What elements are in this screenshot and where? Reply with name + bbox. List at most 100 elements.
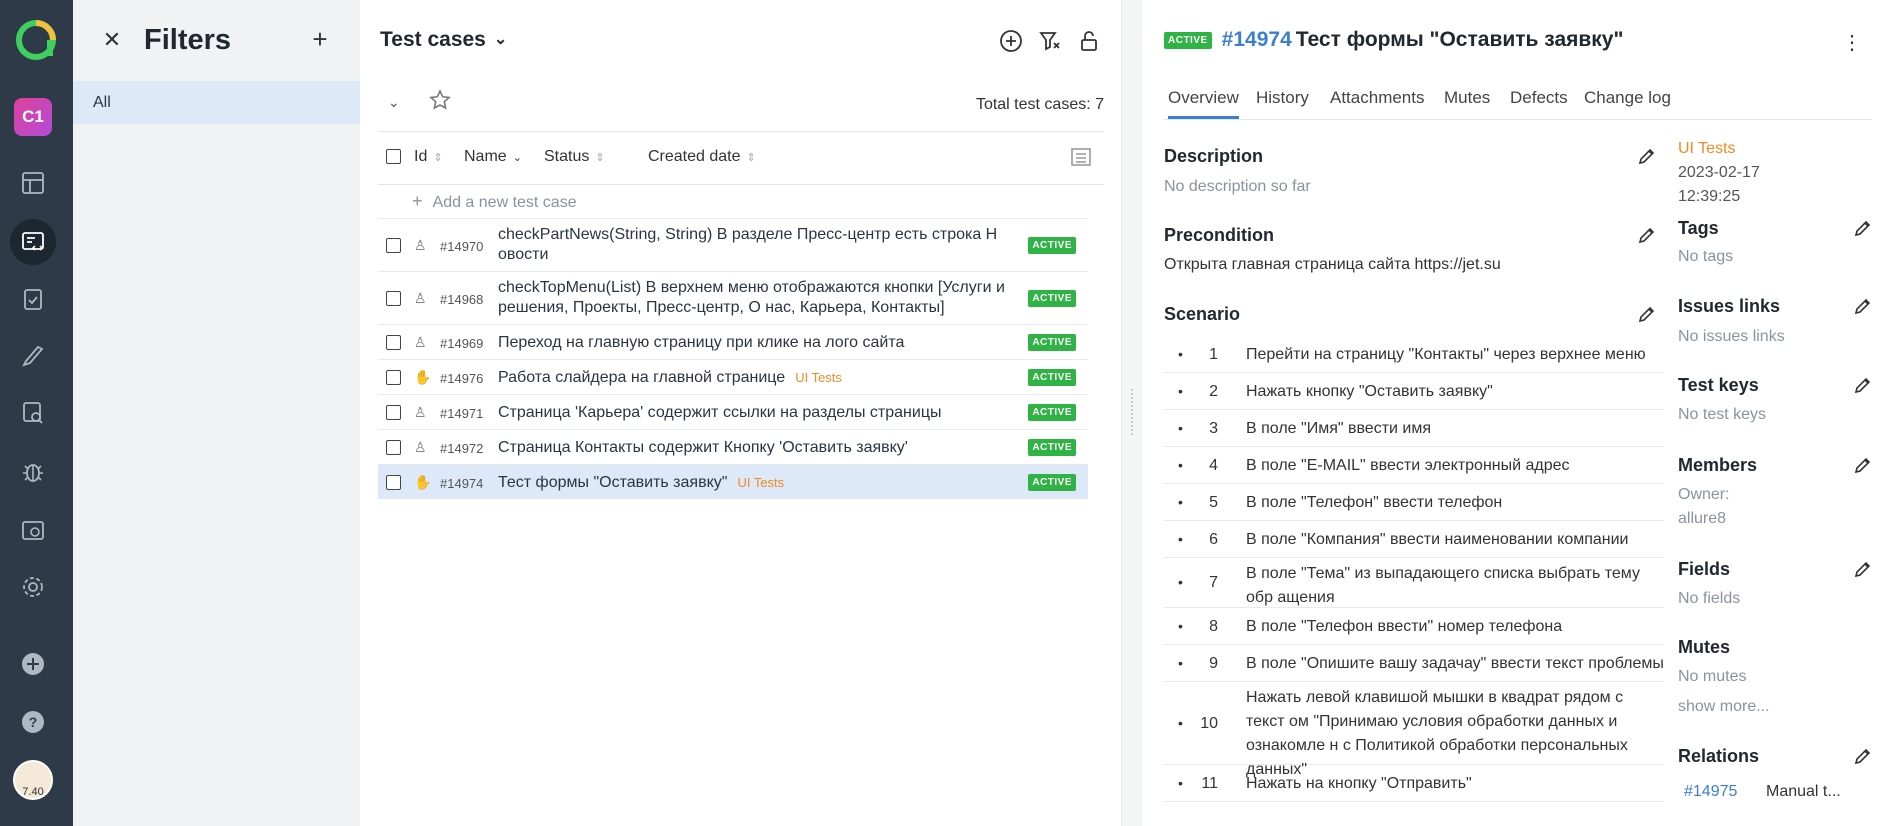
jobs-icon[interactable] xyxy=(10,507,56,553)
edit-precondition-pencil-icon[interactable] xyxy=(1637,225,1657,245)
row-tag[interactable]: UI Tests xyxy=(737,475,784,490)
edit-tags-pencil-icon[interactable] xyxy=(1853,218,1873,238)
step-text: В поле "Тема" из выпадающего списка выбр… xyxy=(1246,565,1640,606)
clear-filter-icon[interactable] xyxy=(1037,28,1063,54)
collapse-chevron-icon[interactable]: ⌄ xyxy=(388,94,400,111)
list-title-dropdown[interactable]: Test cases ⌄ xyxy=(380,28,507,52)
scenario-step[interactable]: • 10 Нажать левой клавишой мышки в квадрат… xyxy=(1164,682,1664,778)
bullet-icon: • xyxy=(1178,530,1183,547)
test-cases-icon[interactable] xyxy=(10,219,56,265)
row-checkbox[interactable] xyxy=(386,439,401,455)
scenario-step[interactable]: • 2 Нажать кнопку "Оставить заявку" xyxy=(1164,373,1664,410)
step-text: В поле "Имя" ввести имя xyxy=(1246,419,1432,437)
column-status-label: Status xyxy=(544,148,590,165)
row-checkbox[interactable] xyxy=(386,474,401,490)
column-settings-icon[interactable] xyxy=(1068,144,1094,175)
drag-handle-icon[interactable] xyxy=(1130,388,1134,436)
edit-test-keys-pencil-icon[interactable] xyxy=(1853,375,1873,395)
user-avatar[interactable]: 7.40 xyxy=(13,760,53,800)
tab-attachments[interactable]: Attachments xyxy=(1330,88,1425,116)
table-row[interactable]: ✋ #14976 Работа слайдера на главной страни… xyxy=(378,359,1088,394)
edit-fields-pencil-icon[interactable] xyxy=(1853,559,1873,579)
row-name: checkTopMenu(List) В верхнем меню отобра… xyxy=(498,278,1013,318)
table-row[interactable]: ♙ #14971 Страница 'Карьера' содержит ссылк… xyxy=(378,394,1088,429)
step-number: 10 xyxy=(1200,714,1218,732)
analytics-icon[interactable] xyxy=(10,390,56,436)
scenario-step[interactable]: • 3 В поле "Имя" ввести имя xyxy=(1164,410,1664,447)
row-checkbox[interactable] xyxy=(386,237,401,253)
row-checkbox[interactable] xyxy=(386,369,401,385)
left-rail: C1 ? 7.40 xyxy=(0,0,73,826)
tab-history[interactable]: History xyxy=(1256,88,1309,116)
scenario-step[interactable]: • 11 Нажать на кнопку "Отправить" xyxy=(1164,765,1664,802)
step-number: 11 xyxy=(1201,774,1218,792)
filters-header: ✕ Filters + xyxy=(73,0,360,82)
list-title: Test cases xyxy=(380,28,486,51)
allure-logo-icon[interactable] xyxy=(14,18,58,62)
scenario-step[interactable]: • 4 В поле "E-MAIL" ввести электронный адр… xyxy=(1164,447,1664,484)
column-name[interactable]: Name ⌄ xyxy=(464,148,522,166)
created-date: 2023-02-17 xyxy=(1678,164,1760,181)
add-test-case-input[interactable]: + Add a new test case xyxy=(412,191,577,212)
table-row[interactable]: ♙ #14970 checkPartNews(String, String) В р… xyxy=(378,218,1088,271)
row-checkbox[interactable] xyxy=(386,334,401,350)
add-filter-icon[interactable]: + xyxy=(308,26,332,52)
panel-splitter[interactable] xyxy=(1122,0,1142,826)
show-more-link[interactable]: show more... xyxy=(1678,698,1770,716)
fields-title: Fields xyxy=(1678,559,1731,579)
edit-relations-pencil-icon[interactable] xyxy=(1853,746,1873,766)
row-tag[interactable]: UI Tests xyxy=(795,370,842,385)
column-status[interactable]: Status ⇕ xyxy=(544,148,605,166)
table-row[interactable]: ♙ #14968 checkTopMenu(List) В верхнем меню… xyxy=(378,271,1088,324)
edit-members-pencil-icon[interactable] xyxy=(1853,455,1873,475)
add-test-case-icon[interactable] xyxy=(998,28,1024,54)
step-number: 1 xyxy=(1209,345,1218,363)
close-icon[interactable]: ✕ xyxy=(101,27,123,52)
precondition-value: Открыта главная страница сайта https://j… xyxy=(1164,256,1501,273)
dashboard-icon[interactable] xyxy=(10,160,56,206)
scenario-step[interactable]: • 7 В поле "Тема" из выпадающего списка вы… xyxy=(1164,558,1664,608)
step-text: Перейти на страницу "Контакты" через вер… xyxy=(1246,345,1646,363)
test-case-number[interactable]: #14974 xyxy=(1222,28,1292,51)
tab-overview[interactable]: Overview xyxy=(1168,88,1239,119)
status-badge: ACTIVE xyxy=(1028,473,1076,491)
step-text: В поле "Телефон ввести" номер телефона xyxy=(1246,617,1563,635)
edit-issues-pencil-icon[interactable] xyxy=(1853,296,1873,316)
edit-description-pencil-icon[interactable] xyxy=(1637,146,1657,166)
row-checkbox[interactable] xyxy=(386,290,401,306)
select-all-checkbox[interactable] xyxy=(386,149,401,164)
settings-gear-icon[interactable] xyxy=(10,564,56,610)
filter-item-all[interactable]: All xyxy=(73,81,360,124)
row-checkbox[interactable] xyxy=(386,404,401,420)
scenario-step[interactable]: • 6 В поле "Компания" ввести наименовании … xyxy=(1164,521,1664,558)
table-row[interactable]: ♙ #14972 Страница Контакты содержит Кнопку… xyxy=(378,429,1088,464)
table-row[interactable]: ♙ #14969 Переход на главную страницу при к… xyxy=(378,324,1088,359)
scenario-step[interactable]: • 8 В поле "Телефон ввести" номер телефона xyxy=(1164,608,1664,645)
scenario-title: Scenario xyxy=(1164,304,1241,324)
column-created-date[interactable]: Created date ⇕ xyxy=(648,148,756,166)
defects-icon[interactable] xyxy=(10,449,56,495)
launches-icon[interactable] xyxy=(10,333,56,379)
relation-link[interactable]: #14975 xyxy=(1684,783,1737,801)
lock-icon[interactable] xyxy=(1076,28,1102,54)
star-icon[interactable] xyxy=(428,88,452,117)
scenario-step[interactable]: • 1 Перейти на страницу "Контакты" через в… xyxy=(1164,336,1664,373)
row-name-text: Тест формы "Оставить заявку" xyxy=(498,473,728,491)
edit-scenario-pencil-icon[interactable] xyxy=(1637,304,1657,324)
help-icon[interactable]: ? xyxy=(10,699,56,745)
test-plans-icon[interactable] xyxy=(10,276,56,322)
step-number: 8 xyxy=(1209,617,1218,635)
tab-change-log[interactable]: Change log xyxy=(1584,88,1671,116)
add-project-icon[interactable] xyxy=(10,641,56,687)
scenario-step[interactable]: • 5 В поле "Телефон" ввести телефон xyxy=(1164,484,1664,521)
table-row[interactable]: ✋ #14974 Тест формы "Оставить заявку" UI Te… xyxy=(378,464,1088,499)
user-icon: ♙ xyxy=(414,403,427,420)
scenario-step[interactable]: • 9 В поле "Опишите вашу задачау" ввести т… xyxy=(1164,645,1664,682)
tab-defects[interactable]: Defects xyxy=(1510,88,1568,116)
project-avatar[interactable]: C1 xyxy=(14,98,52,136)
more-menu-icon[interactable]: ⋮ xyxy=(1842,30,1862,55)
column-id[interactable]: Id ⇕ xyxy=(414,148,443,166)
tab-mutes[interactable]: Mutes xyxy=(1444,88,1490,116)
layer-tag[interactable]: UI Tests xyxy=(1678,140,1736,158)
step-number: 9 xyxy=(1209,654,1218,672)
